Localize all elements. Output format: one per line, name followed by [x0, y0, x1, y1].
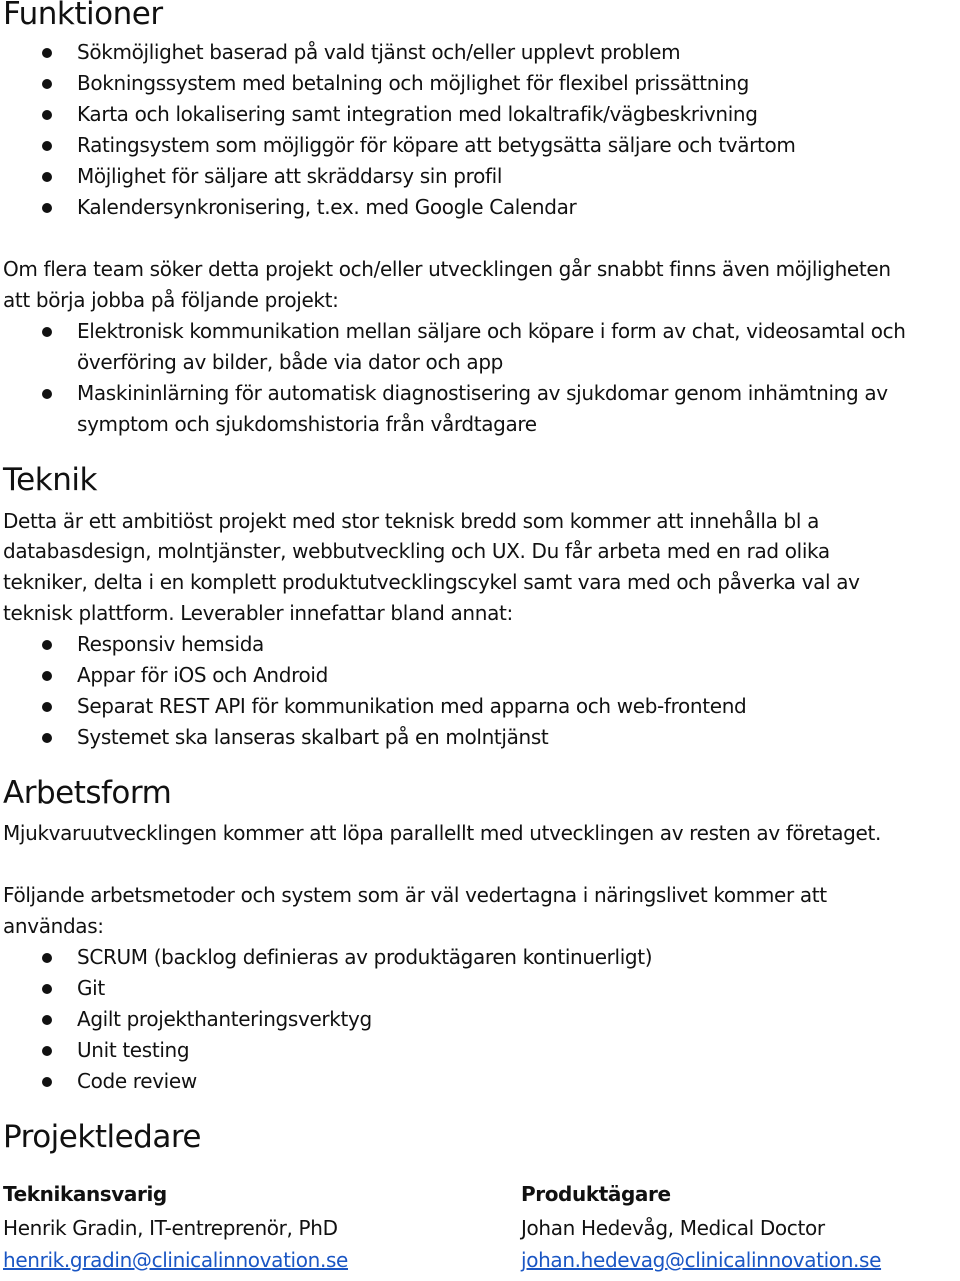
list-item-text: Bokningssystem med betalning och möjligh…: [77, 71, 749, 95]
list-item-text: Code review: [77, 1069, 197, 1093]
contact-email-link[interactable]: henrik.gradin@clinicalinnovation.se: [3, 1247, 348, 1273]
paragraph-arbetsform-1: Mjukvaruutvecklingen kommer att löpa par…: [3, 821, 881, 845]
list-item-text: Agilt projekthanteringsverktyg: [77, 1007, 372, 1031]
bullet-icon: [42, 203, 52, 213]
list-item-text: Sökmöjlighet baserad på vald tjänst och/…: [77, 40, 681, 64]
bullet-icon: [42, 984, 52, 994]
contact-name: Henrik Gradin, IT-entreprenör, PhD: [3, 1216, 338, 1240]
list-item-text: Unit testing: [77, 1038, 190, 1062]
bullet-icon: [42, 1077, 52, 1087]
heading-teknik: Teknik: [3, 462, 97, 498]
list-item-text: Elektronisk kommunikation mellan säljare…: [77, 319, 906, 343]
list-item-text: Kalendersynkronisering, t.ex. med Google…: [77, 195, 577, 219]
list-item-text: Systemet ska lanseras skalbart på en mol…: [77, 725, 549, 749]
list-item-text: Responsiv hemsida: [77, 632, 264, 656]
paragraph-arbetsform-2-line-2: användas:: [3, 914, 104, 938]
list-item-text: Separat REST API för kommunikation med a…: [77, 694, 747, 718]
bullet-icon: [42, 702, 52, 712]
list-item-text: Git: [77, 976, 105, 1000]
list-item-text: Ratingsystem som möjliggör för köpare at…: [77, 133, 796, 157]
bullet-icon: [42, 48, 52, 58]
paragraph-teknik-line-4: teknisk plattform. Leverabler innefattar…: [3, 601, 513, 625]
bullet-icon: [42, 671, 52, 681]
bullet-icon: [42, 953, 52, 963]
paragraph-teknik-line-2: databasdesign, molntjänster, webbutveckl…: [3, 539, 830, 563]
contact-role: Teknikansvarig: [3, 1182, 167, 1206]
heading-funktioner: Funktioner: [3, 0, 163, 32]
contact-name: Johan Hedevåg, Medical Doctor: [521, 1216, 825, 1240]
paragraph-extra-intro-line-1: Om flera team söker detta projekt och/el…: [3, 257, 891, 281]
heading-arbetsform: Arbetsform: [3, 775, 172, 811]
bullet-icon: [42, 733, 52, 743]
contact-role: Produktägare: [521, 1182, 671, 1206]
bullet-icon: [42, 1046, 52, 1056]
list-item-text: Maskininlärning för automatisk diagnosti…: [77, 381, 888, 405]
bullet-icon: [42, 172, 52, 182]
list-item-text: Appar för iOS och Android: [77, 663, 328, 687]
bullet-icon: [42, 141, 52, 151]
heading-projektledare: Projektledare: [3, 1119, 201, 1155]
contact-email-link[interactable]: johan.hedevag@clinicalinnovation.se: [521, 1247, 881, 1273]
bullet-icon: [42, 79, 52, 89]
bullet-icon: [42, 110, 52, 120]
paragraph-teknik-line-3: tekniker, delta i en komplett produktutv…: [3, 570, 860, 594]
list-item-text: Möjlighet för säljare att skräddarsy sin…: [77, 164, 503, 188]
bullet-icon: [42, 640, 52, 650]
list-item-text: överföring av bilder, både via dator och…: [77, 350, 504, 374]
bullet-icon: [42, 1015, 52, 1025]
list-item-text: symptom och sjukdomshistoria från vårdta…: [77, 412, 537, 436]
paragraph-teknik-line-1: Detta är ett ambitiöst projekt med stor …: [3, 509, 819, 533]
list-item-text: SCRUM (backlog definieras av produktägar…: [77, 945, 653, 969]
bullet-icon: [42, 327, 52, 337]
list-item-text: Karta och lokalisering samt integration …: [77, 102, 758, 126]
paragraph-arbetsform-2-line-1: Följande arbetsmetoder och system som är…: [3, 883, 827, 907]
paragraph-extra-intro-line-2: att börja jobba på följande projekt:: [3, 288, 339, 312]
bullet-icon: [42, 389, 52, 399]
